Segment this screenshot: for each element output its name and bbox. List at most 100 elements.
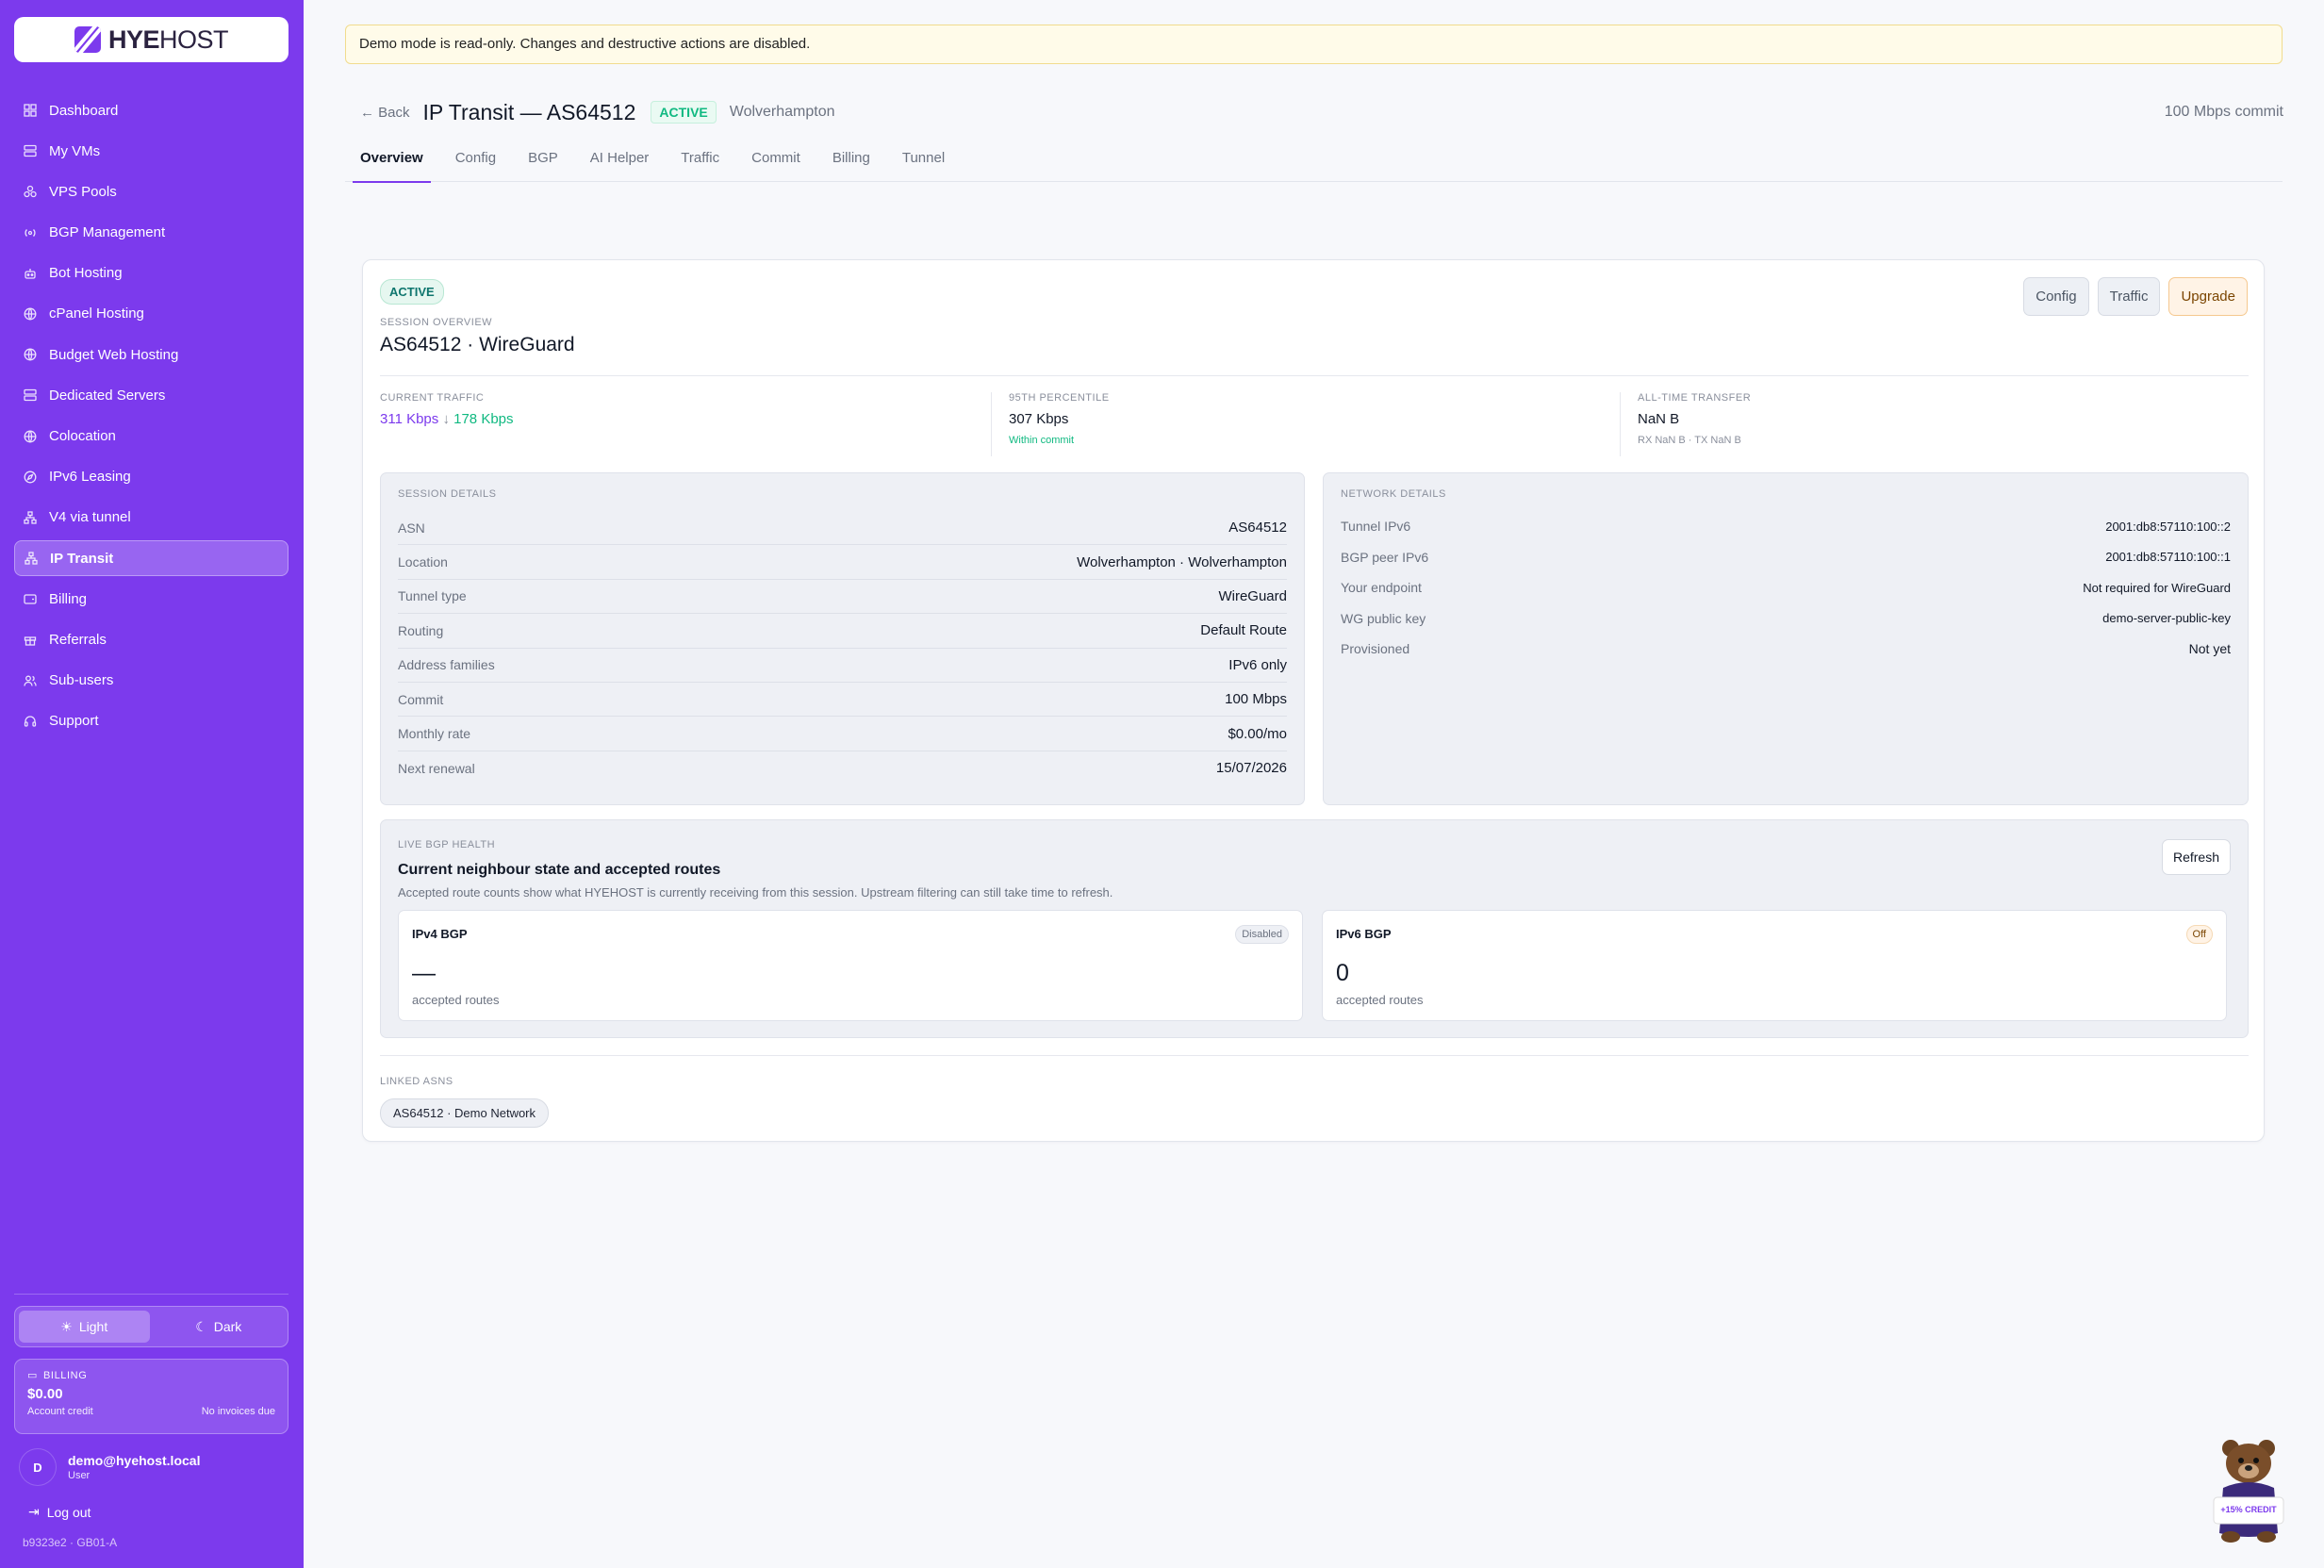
- user-profile[interactable]: D demo@hyehost.local User: [19, 1448, 200, 1486]
- detail-value: 100 Mbps: [1225, 691, 1287, 708]
- sidebar-item-label: My VMs: [49, 142, 101, 159]
- logout-label: Log out: [46, 1504, 91, 1520]
- logout-button[interactable]: ⇥ Log out: [28, 1504, 91, 1520]
- detail-label: Routing: [398, 622, 444, 638]
- theme-light-button[interactable]: ☀ Light: [19, 1311, 150, 1343]
- theme-light-label: Light: [78, 1319, 108, 1334]
- sidebar-item-dashboard[interactable]: Dashboard: [14, 92, 288, 128]
- bgp-state-badge: Off: [2185, 925, 2213, 944]
- tab-billing[interactable]: Billing: [832, 146, 870, 182]
- traffic-button[interactable]: Traffic: [2097, 277, 2161, 316]
- header-location: Wolverhampton: [729, 104, 835, 120]
- tab-overview[interactable]: Overview: [353, 146, 431, 183]
- bgp-health-panel: LIVE BGP HEALTH Current neighbour state …: [380, 819, 2249, 1038]
- theme-dark-button[interactable]: ☾ Dark: [154, 1311, 285, 1343]
- bgp-title: Current neighbour state and accepted rou…: [398, 862, 721, 878]
- sidebar-item-bgp-management[interactable]: BGP Management: [14, 215, 288, 251]
- billing-credit-label: Account credit: [27, 1406, 93, 1417]
- globe-icon: [24, 348, 37, 361]
- sidebar-item-label: Support: [49, 713, 99, 730]
- build-version: b9323e2 · GB01-A: [23, 1536, 118, 1549]
- detail-row: Commit 100 Mbps: [398, 683, 1287, 718]
- sidebar-item-sub-users[interactable]: Sub-users: [14, 663, 288, 699]
- moon-icon: ☾: [195, 1318, 207, 1334]
- sidebar-item-bot-hosting[interactable]: Bot Hosting: [14, 256, 288, 291]
- metric-all-time-transfer: ALL-TIME TRANSFER NaN B RX NaN B · TX Na…: [1620, 392, 2249, 456]
- detail-row: Tunnel type WireGuard: [398, 580, 1287, 615]
- billing-amount: $0.00: [27, 1386, 63, 1402]
- network-icon: [24, 511, 37, 524]
- sidebar-item-support[interactable]: Support: [14, 703, 288, 739]
- user-role: User: [68, 1470, 91, 1481]
- detail-row: Monthly rate $0.00/mo: [398, 717, 1287, 751]
- tab-tunnel[interactable]: Tunnel: [902, 146, 945, 182]
- sidebar-item-budget-web-hosting[interactable]: Budget Web Hosting: [14, 337, 288, 372]
- detail-label: WG public key: [1341, 610, 1426, 626]
- sidebar-item-dedicated-servers[interactable]: Dedicated Servers: [14, 377, 288, 413]
- sidebar-item-label: Colocation: [49, 428, 116, 444]
- card-eyebrow: SESSION OVERVIEW: [380, 317, 493, 328]
- sidebar-item-cpanel-hosting[interactable]: cPanel Hosting: [14, 296, 288, 332]
- back-link[interactable]: ← Back: [360, 105, 410, 121]
- detail-row: WG public key demo-server-public-key: [1341, 603, 2231, 635]
- detail-value: 2001:db8:57110:100::2: [2105, 519, 2231, 534]
- logo-mark-icon: [74, 26, 101, 53]
- rx-rate: 311 Kbps: [380, 411, 439, 427]
- detail-label: Next renewal: [398, 760, 475, 776]
- metric-value: 307 Kbps: [1009, 411, 1069, 427]
- detail-value: $0.00/mo: [1228, 725, 1287, 742]
- metric-label: ALL-TIME TRANSFER: [1638, 392, 1752, 404]
- metric-label: 95TH PERCENTILE: [1009, 392, 1110, 404]
- metric-current-traffic: CURRENT TRAFFIC 311 Kbps ↓ 178 Kbps: [380, 392, 991, 456]
- upgrade-button[interactable]: Upgrade: [2168, 277, 2248, 316]
- detail-label: BGP peer IPv6: [1341, 549, 1429, 565]
- sidebar-item-label: Budget Web Hosting: [49, 346, 179, 363]
- sidebar-item-referrals[interactable]: Referrals: [14, 621, 288, 657]
- detail-value: IPv6 only: [1228, 656, 1287, 673]
- tab-commit[interactable]: Commit: [751, 146, 800, 182]
- sidebar-item-ipv6-leasing[interactable]: IPv6 Leasing: [14, 459, 288, 495]
- tab-config[interactable]: Config: [455, 146, 496, 182]
- sidebar-item-colocation[interactable]: Colocation: [14, 419, 288, 454]
- bot-icon: [24, 267, 37, 280]
- billing-summary[interactable]: ▭ BILLING $0.00 Account credit No invoic…: [14, 1359, 288, 1434]
- demo-mode-banner: Demo mode is read-only. Changes and dest…: [345, 25, 2283, 64]
- tab-bar: Overview Config BGP AI Helper Traffic Co…: [345, 146, 2283, 183]
- metric-value: 311 Kbps ↓ 178 Kbps: [380, 411, 991, 427]
- brand-logo[interactable]: HYEHOST: [14, 17, 288, 62]
- broadcast-icon: [24, 226, 37, 239]
- tab-bgp[interactable]: BGP: [528, 146, 558, 182]
- bgp-family-name: IPv4 BGP: [412, 927, 468, 941]
- sidebar-item-v4-via-tunnel[interactable]: V4 via tunnel: [14, 500, 288, 536]
- sidebar-item-ip-transit[interactable]: IP Transit: [14, 540, 288, 577]
- accepted-routes-label: accepted routes: [412, 993, 500, 1007]
- sidebar-item-billing[interactable]: Billing: [14, 581, 288, 617]
- detail-label: Monthly rate: [398, 726, 471, 742]
- page-title: IP Transit — AS64512: [422, 99, 636, 124]
- detail-label: Provisioned: [1341, 641, 1410, 657]
- cluster-icon: [24, 185, 37, 198]
- metric-sub: RX NaN B · TX NaN B: [1638, 435, 1741, 446]
- tab-ai-helper[interactable]: AI Helper: [590, 146, 650, 182]
- sidebar-item-label: IPv6 Leasing: [49, 469, 131, 486]
- detail-value: Not required for WireGuard: [2083, 580, 2231, 595]
- detail-row: Routing Default Route: [398, 614, 1287, 649]
- mascot-promo[interactable]: +15% CREDIT: [2202, 1431, 2295, 1544]
- compass-icon: [24, 470, 37, 484]
- billing-invoices: No invoices due: [201, 1406, 275, 1417]
- brand-name: HYEHOST: [107, 25, 229, 54]
- theme-toggle: ☀ Light ☾ Dark: [14, 1306, 288, 1347]
- sidebar-divider: [14, 1294, 288, 1295]
- linked-asn-chip[interactable]: AS64512 · Demo Network: [380, 1098, 550, 1128]
- card-title: AS64512 · WireGuard: [380, 334, 575, 355]
- session-details-panel: SESSION DETAILS ASN AS64512 Location Wolver…: [380, 472, 1305, 805]
- tab-traffic[interactable]: Traffic: [681, 146, 719, 182]
- sidebar-item-vps-pools[interactable]: VPS Pools: [14, 173, 288, 209]
- refresh-button[interactable]: Refresh: [2161, 839, 2231, 875]
- sidebar-item-label: V4 via tunnel: [49, 509, 131, 526]
- accepted-route-count: —: [412, 960, 436, 986]
- sidebar-item-my-vms[interactable]: My VMs: [14, 133, 288, 169]
- accepted-routes-label: accepted routes: [1336, 993, 1424, 1007]
- config-button[interactable]: Config: [2023, 277, 2089, 316]
- detail-label: Tunnel type: [398, 588, 467, 604]
